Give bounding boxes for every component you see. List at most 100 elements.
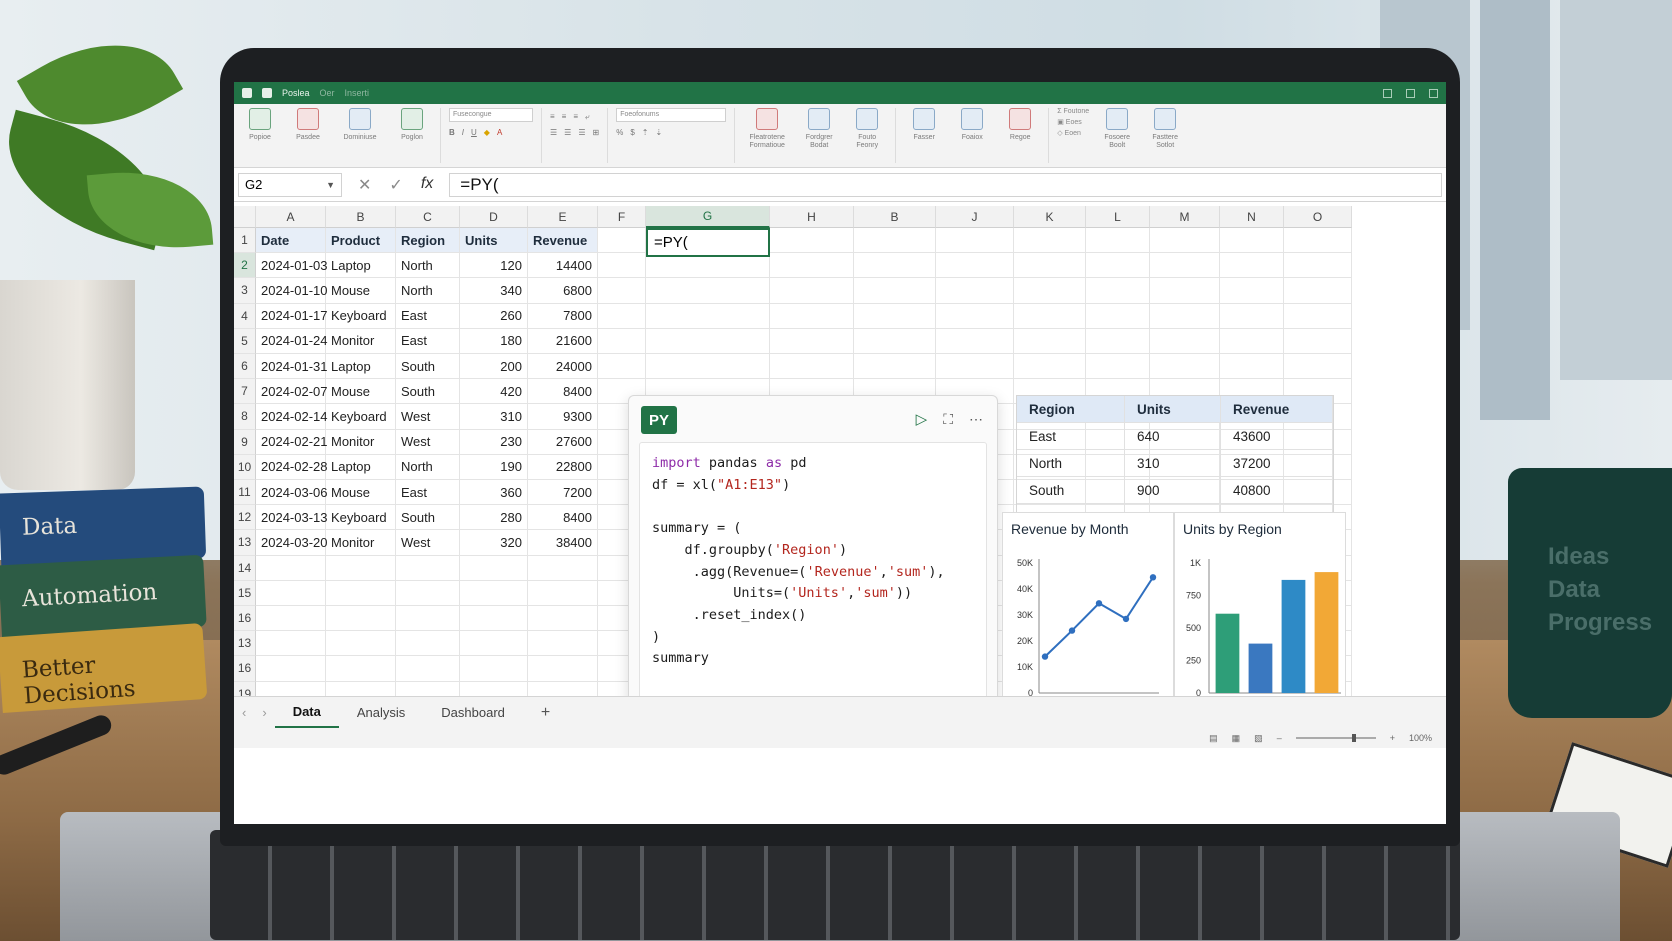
table-cell[interactable]: East — [396, 328, 460, 354]
cell[interactable] — [528, 656, 598, 682]
cell[interactable] — [1284, 303, 1352, 329]
cell[interactable] — [396, 555, 460, 581]
cell[interactable] — [1086, 328, 1150, 354]
fill-button[interactable]: ▣ Eoes — [1057, 118, 1089, 126]
table-cell[interactable]: 2024-03-13 — [256, 505, 328, 531]
table-cell[interactable]: 22800 — [528, 454, 598, 480]
column-header[interactable]: A — [256, 206, 326, 228]
result-cell[interactable]: South — [1017, 477, 1125, 503]
table-cell[interactable]: 360 — [460, 480, 528, 506]
align-bottom-icon[interactable]: ≡ — [573, 112, 578, 122]
cell[interactable] — [936, 278, 1014, 304]
table-cell[interactable]: 24000 — [528, 354, 598, 380]
table-cell[interactable]: 260 — [460, 303, 528, 329]
cell[interactable] — [646, 354, 770, 380]
cell[interactable] — [1150, 253, 1220, 279]
ribbon-button[interactable]: Fasttere Sotlot — [1145, 108, 1185, 150]
column-header[interactable]: B — [854, 206, 936, 228]
align-center-icon[interactable]: ☰ — [564, 128, 571, 137]
column-header[interactable]: O — [1284, 206, 1352, 228]
table-cell[interactable]: 2024-02-21 — [256, 429, 328, 455]
row-header[interactable]: 5 — [234, 328, 256, 354]
result-header-cell[interactable]: Region — [1017, 396, 1125, 422]
cell[interactable] — [1150, 303, 1220, 329]
column-header[interactable]: C — [396, 206, 460, 228]
cell[interactable] — [770, 303, 854, 329]
zoom-knob[interactable] — [1351, 734, 1356, 742]
cell[interactable] — [936, 253, 1014, 279]
result-cell[interactable]: 37200 — [1221, 450, 1333, 476]
tab-home[interactable]: Poslea — [282, 88, 310, 98]
cell[interactable] — [1220, 253, 1284, 279]
cell[interactable] — [1150, 228, 1220, 254]
row-header[interactable]: 3 — [234, 278, 256, 304]
cell[interactable] — [326, 656, 396, 682]
table-cell[interactable]: North — [396, 454, 460, 480]
zoom-slider[interactable] — [1295, 734, 1376, 742]
cell[interactable] — [396, 656, 460, 682]
cell[interactable] — [1086, 253, 1150, 279]
cell[interactable] — [528, 631, 598, 657]
table-cell[interactable]: South — [396, 354, 460, 380]
table-cell[interactable]: 2024-03-20 — [256, 530, 328, 556]
table-cell[interactable]: Laptop — [326, 354, 396, 380]
align-top-icon[interactable]: ≡ — [550, 112, 555, 122]
table-cell[interactable]: 27600 — [528, 429, 598, 455]
cell[interactable] — [598, 253, 646, 279]
cell[interactable] — [936, 354, 1014, 380]
table-cell[interactable]: Mouse — [326, 480, 396, 506]
font-color-icon[interactable]: A — [497, 128, 502, 137]
column-header[interactable]: L — [1086, 206, 1150, 228]
ribbon-button[interactable]: Fasser — [904, 108, 944, 142]
align-middle-icon[interactable]: ≡ — [562, 112, 567, 122]
decrease-decimal-icon[interactable]: ⇣ — [656, 128, 663, 137]
result-cell[interactable]: North — [1017, 450, 1125, 476]
result-cell[interactable]: 310 — [1125, 450, 1221, 476]
table-header-cell[interactable]: Region — [396, 228, 460, 254]
cell[interactable] — [598, 328, 646, 354]
row-header[interactable]: 4 — [234, 303, 256, 329]
ribbon-button[interactable]: Fordgrer Bodat — [799, 108, 839, 150]
table-cell[interactable]: 280 — [460, 505, 528, 531]
cell[interactable] — [646, 278, 770, 304]
result-cell[interactable]: 900 — [1125, 477, 1221, 503]
prev-sheet-icon[interactable]: ‹ — [234, 705, 254, 720]
cell[interactable] — [1014, 278, 1086, 304]
table-header-cell[interactable]: Units — [460, 228, 528, 254]
cell[interactable] — [1150, 328, 1220, 354]
ribbon-button[interactable]: Pasdee — [288, 108, 328, 142]
page-layout-icon[interactable]: ▦ — [1232, 733, 1241, 744]
table-cell[interactable]: 2024-02-28 — [256, 454, 328, 480]
column-header[interactable]: B — [326, 206, 396, 228]
increase-decimal-icon[interactable]: ⇡ — [642, 128, 649, 137]
cell[interactable] — [1284, 354, 1352, 380]
select-all-corner[interactable] — [234, 206, 256, 228]
sheet-tab-dashboard[interactable]: Dashboard — [423, 697, 523, 729]
sheet-tab-data[interactable]: Data — [274, 697, 339, 729]
column-header[interactable]: D — [460, 206, 528, 228]
cell[interactable] — [598, 303, 646, 329]
cell[interactable] — [1284, 278, 1352, 304]
table-cell[interactable]: 2024-01-03 — [256, 253, 328, 279]
align-right-icon[interactable]: ☰ — [578, 128, 585, 137]
cell[interactable] — [326, 631, 396, 657]
column-header[interactable]: F — [598, 206, 646, 228]
cell[interactable] — [1014, 228, 1086, 254]
cell[interactable] — [1014, 354, 1086, 380]
insert-function-icon[interactable]: fx — [421, 175, 433, 195]
cell[interactable] — [528, 606, 598, 632]
table-cell[interactable]: Laptop — [326, 454, 396, 480]
row-header[interactable]: 1 — [234, 228, 256, 254]
table-cell[interactable]: 14400 — [528, 253, 598, 279]
currency-icon[interactable]: $ — [630, 128, 634, 137]
cancel-icon[interactable]: ✕ — [358, 175, 371, 195]
table-cell[interactable]: North — [396, 278, 460, 304]
table-cell[interactable]: 2024-02-14 — [256, 404, 328, 430]
add-sheet-button[interactable]: + — [523, 704, 568, 722]
table-cell[interactable]: Keyboard — [326, 303, 396, 329]
merge-icon[interactable]: ⊞ — [593, 128, 600, 137]
column-header[interactable]: E — [528, 206, 598, 228]
cell[interactable] — [460, 555, 528, 581]
normal-view-icon[interactable]: ▤ — [1209, 733, 1218, 744]
cell[interactable] — [1086, 228, 1150, 254]
